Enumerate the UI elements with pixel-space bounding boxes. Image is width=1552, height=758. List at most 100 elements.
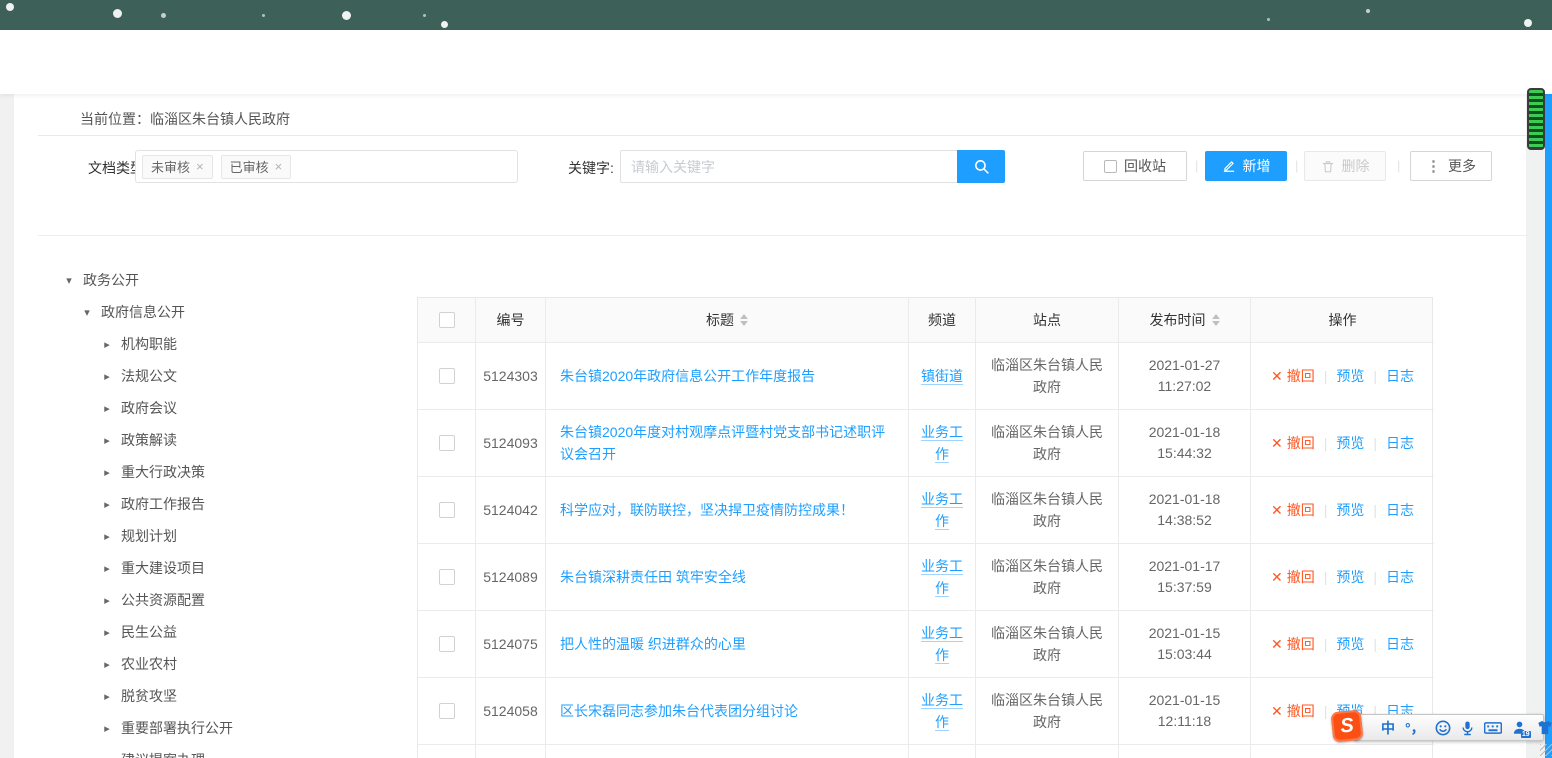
withdraw-link[interactable]: ✕撤回 <box>1271 433 1315 453</box>
doc-channel-link[interactable]: 业务工作 <box>909 678 976 745</box>
chevron-right-icon[interactable]: ▸ <box>102 754 112 758</box>
tree-item[interactable]: ▸ 公共资源配置 <box>0 584 408 616</box>
sogou-logo[interactable]: S <box>1331 710 1364 743</box>
tree-item[interactable]: ▸ 建议提案办理 <box>0 744 408 758</box>
microphone-icon[interactable] <box>1461 720 1474 736</box>
keyword-input[interactable] <box>620 150 957 183</box>
tree-item[interactable]: ▸ 脱贫攻坚 <box>0 680 408 712</box>
sort-icon[interactable] <box>1212 314 1220 326</box>
row-checkbox[interactable] <box>439 368 455 384</box>
doc-channel-link[interactable]: 业务工作 <box>909 544 976 611</box>
tree-item[interactable]: ▸ 重大行政决策 <box>0 456 408 488</box>
tree-item[interactable]: ▸ 规划计划 <box>0 520 408 552</box>
tree-item[interactable]: ▸ 农业农村 <box>0 648 408 680</box>
column-header-published[interactable]: 发布时间 <box>1119 298 1251 343</box>
withdraw-link[interactable]: ✕撤回 <box>1271 701 1315 721</box>
keyboard-icon[interactable] <box>1484 721 1502 735</box>
tree-item[interactable]: ▸ 重要部署执行公开 <box>0 712 408 744</box>
doc-channel-link[interactable]: 业务工作 <box>909 477 976 544</box>
chevron-down-icon[interactable]: ▾ <box>82 306 92 319</box>
preview-link[interactable]: 预览 <box>1336 567 1364 587</box>
doc-type-select[interactable]: 未审核 × 已审核 × <box>135 150 518 183</box>
row-checkbox[interactable] <box>439 435 455 451</box>
row-checkbox[interactable] <box>439 502 455 518</box>
chevron-right-icon[interactable]: ▸ <box>102 658 112 671</box>
chevron-right-icon[interactable]: ▸ <box>102 402 112 415</box>
chevron-right-icon[interactable]: ▸ <box>102 594 112 607</box>
tree-item[interactable]: ▸ 机构职能 <box>0 328 408 360</box>
column-header-actions[interactable]: 操作 <box>1251 298 1434 343</box>
tree-item[interactable]: ▸ 法规公文 <box>0 360 408 392</box>
tree-item-label: 建议提案办理 <box>121 750 205 758</box>
search-button[interactable] <box>957 150 1005 183</box>
scrollbar-track[interactable] <box>1526 94 1545 758</box>
more-button[interactable]: ⋮ 更多 <box>1410 151 1492 181</box>
withdraw-link[interactable]: ✕撤回 <box>1271 634 1315 654</box>
ime-language-mode[interactable]: 中 <box>1381 718 1395 738</box>
log-link[interactable]: 日志 <box>1386 433 1414 453</box>
skin-shirt-icon[interactable] <box>1537 720 1552 735</box>
doc-time: 15:03:44 <box>1157 644 1212 665</box>
recycle-bin-button[interactable]: 回收站 <box>1083 151 1187 181</box>
log-link[interactable]: 日志 <box>1386 366 1414 386</box>
column-header-id[interactable]: 编号 <box>476 298 546 343</box>
tree-item[interactable]: ▸ 政府会议 <box>0 392 408 424</box>
ime-punctuation-toggle[interactable]: °， <box>1405 718 1425 738</box>
tree-item[interactable]: ▾ 政务公开 <box>0 264 408 296</box>
chevron-right-icon[interactable]: ▸ <box>102 338 112 351</box>
tree-item[interactable]: ▸ 政策解读 <box>0 424 408 456</box>
row-checkbox[interactable] <box>439 703 455 719</box>
doc-title-link[interactable]: 把人性的温暖 织进群众的心里 <box>546 611 909 678</box>
doc-title-link[interactable]: 朱台镇2020年度对村观摩点评暨村党支部书记述职评议会召开 <box>546 410 909 477</box>
tree-item[interactable]: ▾ 政府信息公开 <box>0 296 408 328</box>
log-link[interactable]: 日志 <box>1386 634 1414 654</box>
doc-channel-link[interactable]: 业务工作 <box>909 410 976 477</box>
withdraw-link[interactable]: ✕撤回 <box>1271 500 1315 520</box>
chevron-right-icon[interactable]: ▸ <box>102 722 112 735</box>
tree-item[interactable]: ▸ 政府工作报告 <box>0 488 408 520</box>
doc-title-link[interactable]: 朱台镇2020年政府信息公开工作年度报告 <box>546 343 909 410</box>
add-button[interactable]: 新增 <box>1205 151 1287 181</box>
chevron-right-icon[interactable]: ▸ <box>102 466 112 479</box>
log-link[interactable]: 日志 <box>1386 567 1414 587</box>
scrollbar-accent-bar[interactable] <box>1545 30 1552 758</box>
column-header-title[interactable]: 标题 <box>546 298 909 343</box>
table-row: 5124089 朱台镇深耕责任田 筑牢安全线 业务工作 临淄区朱台镇人民政府 2… <box>418 544 1432 611</box>
scrollbar-thumb[interactable] <box>1527 88 1545 150</box>
column-header-site[interactable]: 站点 <box>976 298 1119 343</box>
chevron-right-icon[interactable]: ▸ <box>102 626 112 639</box>
doc-title-link[interactable]: 区长宋磊同志参加朱台代表团分组讨论 <box>546 678 909 745</box>
chevron-right-icon[interactable]: ▸ <box>102 530 112 543</box>
delete-button[interactable]: 删除 <box>1304 151 1386 181</box>
chevron-right-icon[interactable]: ▸ <box>102 434 112 447</box>
withdraw-link[interactable]: ✕撤回 <box>1271 567 1315 587</box>
tag-close-icon[interactable]: × <box>196 159 204 174</box>
preview-link[interactable]: 预览 <box>1336 433 1364 453</box>
doc-channel-link[interactable]: 业务工作 <box>909 611 976 678</box>
emoji-icon[interactable] <box>1435 720 1451 736</box>
log-link[interactable]: 日志 <box>1386 500 1414 520</box>
chevron-right-icon[interactable]: ▸ <box>102 562 112 575</box>
preview-link[interactable]: 预览 <box>1336 634 1364 654</box>
chevron-down-icon[interactable]: ▾ <box>64 274 74 287</box>
tag-close-icon[interactable]: × <box>275 159 283 174</box>
resize-grip[interactable] <box>1540 744 1552 756</box>
preview-link[interactable]: 预览 <box>1336 366 1364 386</box>
chevron-right-icon[interactable]: ▸ <box>102 498 112 511</box>
doc-site: 临淄区朱台镇人民政府 <box>976 410 1119 477</box>
doc-title-link[interactable]: 朱台镇深耕责任田 筑牢安全线 <box>546 544 909 611</box>
row-checkbox[interactable] <box>439 569 455 585</box>
doc-title-link[interactable]: 科学应对，联防联控，坚决捍卫疫情防控成果！ <box>546 477 909 544</box>
preview-link[interactable]: 预览 <box>1336 500 1364 520</box>
column-header-channel[interactable]: 频道 <box>909 298 976 343</box>
chevron-right-icon[interactable]: ▸ <box>102 370 112 383</box>
doc-channel-link[interactable]: 镇街道 <box>909 343 976 410</box>
select-all-checkbox[interactable] <box>439 312 455 328</box>
withdraw-link[interactable]: ✕撤回 <box>1271 366 1315 386</box>
row-checkbox[interactable] <box>439 636 455 652</box>
sort-icon[interactable] <box>740 314 748 326</box>
user-account-icon[interactable]: 19 <box>1512 720 1527 735</box>
tree-item[interactable]: ▸ 重大建设项目 <box>0 552 408 584</box>
chevron-right-icon[interactable]: ▸ <box>102 690 112 703</box>
tree-item[interactable]: ▸ 民生公益 <box>0 616 408 648</box>
